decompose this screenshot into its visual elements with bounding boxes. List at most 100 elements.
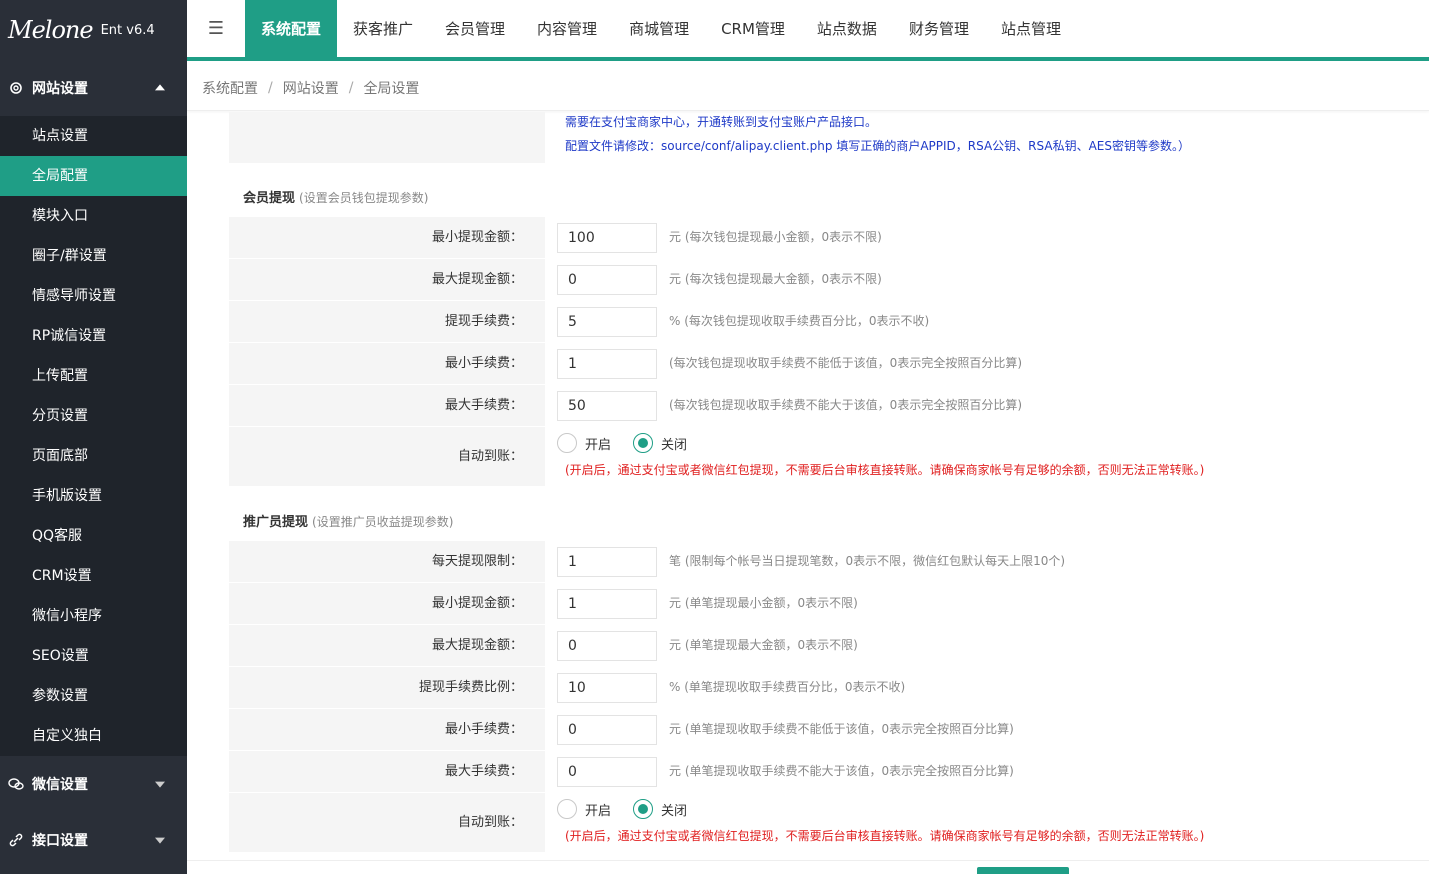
field-label: 最小手续费： xyxy=(444,356,523,371)
field-hint: % (单笔提现收取手续费百分比，0表示不收) xyxy=(669,680,906,694)
radio-circle xyxy=(633,433,654,453)
auto-transfer-warning: (开启后，通过支付宝或者微信红包提现，不需要后台审核直接转账。请确保商家帐号有足… xyxy=(565,829,1205,843)
breadcrumb-item[interactable]: 网站设置 xyxy=(283,78,339,98)
label-cell: 最小手续费： xyxy=(229,343,545,384)
tab-site-data[interactable]: 站点数据 xyxy=(801,0,893,57)
sidebar-item-global-config[interactable]: 全局配置 xyxy=(0,156,187,196)
field-label: 最大提现金额： xyxy=(431,638,523,653)
save-button[interactable] xyxy=(977,867,1069,874)
field-label: 最小提现金额： xyxy=(431,230,523,245)
sidebar-item-pagination[interactable]: 分页设置 xyxy=(0,396,187,436)
radio-enable[interactable]: 开启 xyxy=(557,433,611,453)
breadcrumb: 系统配置 / 网站设置 / 全局设置 xyxy=(187,65,1429,111)
label-cell: 最小提现金额： xyxy=(229,217,545,258)
sidebar-group-label: 接口设置 xyxy=(32,833,88,849)
tab-crm[interactable]: CRM管理 xyxy=(705,0,801,57)
field-label: 最小手续费： xyxy=(444,722,523,737)
menu-toggle-icon[interactable]: ☰ xyxy=(187,0,245,57)
label-cell: 最大提现金额： xyxy=(229,259,545,300)
sidebar-item-mentor[interactable]: 情感导师设置 xyxy=(0,276,187,316)
sidebar-item-rp-credit[interactable]: RP诚信设置 xyxy=(0,316,187,356)
promoter-fee-rate-input[interactable] xyxy=(557,673,657,703)
form-row: 最小手续费： 元 (单笔提现收取手续费不能低于该值，0表示完全按照百分比算) xyxy=(229,709,1389,751)
tab-content[interactable]: 内容管理 xyxy=(521,0,613,57)
section-title-member-withdraw: 会员提现 (设置会员钱包提现参数) xyxy=(243,187,428,206)
app-version: Ent v6.4 xyxy=(100,22,155,38)
link-icon xyxy=(8,832,24,848)
sidebar-item-module-entry[interactable]: 模块入口 xyxy=(0,196,187,236)
form-row: 最大提现金额： 元 (单笔提现最大金额，0表示不限) xyxy=(229,625,1389,667)
form-row: 自动到账： 开启 关闭 (开启后，通过支付宝或者微信红包提现，不需要后台审核直接… xyxy=(229,427,1389,487)
form-row: 最大提现金额： 元 (每次钱包提现最大金额，0表示不限) xyxy=(229,259,1389,301)
field-label: 每天提现限制： xyxy=(431,554,523,569)
field-label: 提现手续费： xyxy=(444,314,523,329)
tab-system-config[interactable]: 系统配置 xyxy=(245,0,338,57)
label-cell: 每天提现限制： xyxy=(229,541,545,582)
sidebar-item-qq-service[interactable]: QQ客服 xyxy=(0,516,187,556)
partial-label-cell xyxy=(229,112,545,163)
member-min-fee-input[interactable] xyxy=(557,349,657,379)
promoter-max-fee-input[interactable] xyxy=(557,757,657,787)
sidebar-group-api[interactable]: 接口设置 xyxy=(0,812,187,868)
radio-enable[interactable]: 开启 xyxy=(557,799,611,819)
sidebar-item-upload[interactable]: 上传配置 xyxy=(0,356,187,396)
form-row: 最小提现金额： 元 (每次钱包提现最小金额，0表示不限) xyxy=(229,217,1389,259)
sidebar-item-footer[interactable]: 页面底部 xyxy=(0,436,187,476)
sidebar-item-params[interactable]: 参数设置 xyxy=(0,676,187,716)
member-max-withdraw-input[interactable] xyxy=(557,265,657,295)
breadcrumb-current: 全局设置 xyxy=(363,80,420,97)
sidebar-item-mini-program[interactable]: 微信小程序 xyxy=(0,596,187,636)
chevron-up-icon xyxy=(155,84,165,91)
field-hint: 元 (每次钱包提现最大金额，0表示不限) xyxy=(669,272,882,286)
label-cell: 自动到账： xyxy=(229,427,545,486)
tab-acquisition[interactable]: 获客推广 xyxy=(337,0,429,57)
field-label: 自动到账： xyxy=(457,815,523,830)
field-hint: (每次钱包提现收取手续费不能大于该值，0表示完全按照百分比算) xyxy=(669,398,1023,412)
sidebar-group-wechat[interactable]: 微信设置 xyxy=(0,756,187,812)
radio-label: 开启 xyxy=(585,803,612,819)
promoter-daily-limit-input[interactable] xyxy=(557,547,657,577)
field-hint: 元 (单笔提现最小金额，0表示不限) xyxy=(669,596,858,610)
form-footer xyxy=(187,860,1429,874)
radio-circle xyxy=(633,799,654,819)
sidebar-item-mobile[interactable]: 手机版设置 xyxy=(0,476,187,516)
tab-site-manage[interactable]: 站点管理 xyxy=(985,0,1077,57)
label-cell: 提现手续费比例： xyxy=(229,667,545,708)
breadcrumb-item[interactable]: 系统配置 xyxy=(202,78,258,98)
member-fee-input[interactable] xyxy=(557,307,657,337)
sidebar-item-crm[interactable]: CRM设置 xyxy=(0,556,187,596)
radio-label: 开启 xyxy=(585,437,612,453)
label-cell: 提现手续费： xyxy=(229,301,545,342)
sidebar-item-site-settings[interactable]: 站点设置 xyxy=(0,116,187,156)
label-cell: 最大提现金额： xyxy=(229,625,545,666)
form-row: 提现手续费： % (每次钱包提现收取手续费百分比，0表示不收) xyxy=(229,301,1389,343)
sidebar-item-seo[interactable]: SEO设置 xyxy=(0,636,187,676)
sidebar: Melone Ent v6.4 网站设置 站点设置 全局配置 模块入口 圈子/群… xyxy=(0,0,187,874)
app-logo[interactable]: Melone Ent v6.4 xyxy=(0,0,187,60)
sidebar-item-circle-group[interactable]: 圈子/群设置 xyxy=(0,236,187,276)
auto-transfer-warning: (开启后，通过支付宝或者微信红包提现，不需要后台审核直接转账。请确保商家帐号有足… xyxy=(565,463,1205,477)
sidebar-item-monologue[interactable]: 自定义独白 xyxy=(0,716,187,756)
alipay-note-line2: 配置文件请修改：source/conf/alipay.client.php 填写… xyxy=(565,139,1190,153)
tab-members[interactable]: 会员管理 xyxy=(429,0,521,57)
field-label: 最大提现金额： xyxy=(431,272,523,287)
field-hint: 元 (单笔提现收取手续费不能低于该值，0表示完全按照百分比算) xyxy=(669,722,1014,736)
promoter-max-withdraw-input[interactable] xyxy=(557,631,657,661)
promoter-min-fee-input[interactable] xyxy=(557,715,657,745)
main-content: 需要在支付宝商家中心，开通转账到支付宝账户产品接口。 配置文件请修改：sourc… xyxy=(187,112,1429,874)
radio-disable[interactable]: 关闭 xyxy=(633,433,687,453)
form-row: 每天提现限制： 笔 (限制每个帐号当日提现笔数，0表示不限，微信红包默认每天上限… xyxy=(229,541,1389,583)
sidebar-group-site-settings[interactable]: 网站设置 xyxy=(0,60,187,116)
field-label: 最小提现金额： xyxy=(431,596,523,611)
field-label: 提现手续费比例： xyxy=(418,680,523,695)
form-row: 最小手续费： (每次钱包提现收取手续费不能低于该值，0表示完全按照百分比算) xyxy=(229,343,1389,385)
member-min-withdraw-input[interactable] xyxy=(557,223,657,253)
top-nav: ☰ 系统配置 获客推广 会员管理 内容管理 商城管理 CRM管理 站点数据 财务… xyxy=(187,0,1429,61)
gear-icon xyxy=(8,80,24,96)
member-max-fee-input[interactable] xyxy=(557,391,657,421)
tab-mall[interactable]: 商城管理 xyxy=(613,0,705,57)
label-cell: 最大手续费： xyxy=(229,751,545,792)
tab-finance[interactable]: 财务管理 xyxy=(893,0,985,57)
promoter-min-withdraw-input[interactable] xyxy=(557,589,657,619)
radio-disable[interactable]: 关闭 xyxy=(633,799,687,819)
